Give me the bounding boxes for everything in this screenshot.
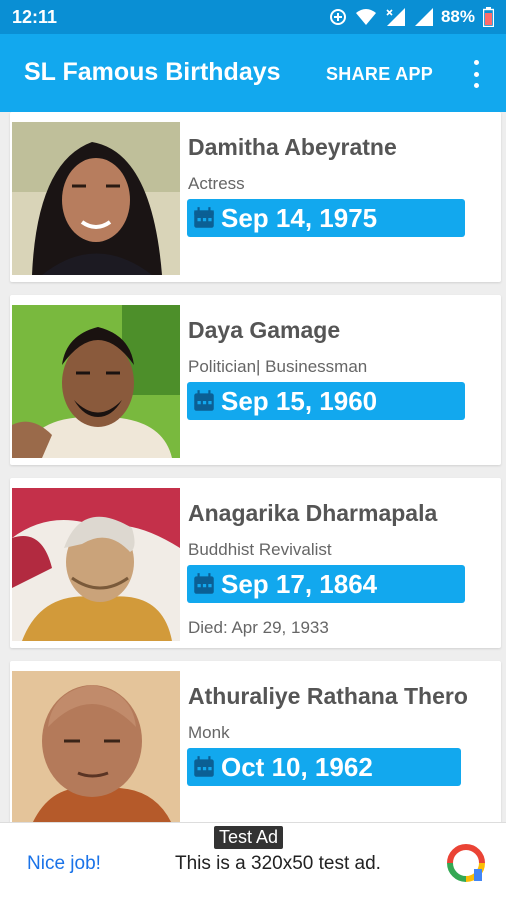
birthday-pill: Sep 15, 1960 — [187, 382, 465, 420]
person-photo — [12, 671, 180, 822]
person-photo — [12, 305, 180, 458]
ad-banner[interactable]: Test Ad Nice job! This is a 320x50 test … — [0, 822, 506, 900]
battery-icon — [483, 7, 494, 27]
signal-x-icon — [386, 8, 405, 26]
birthday-date: Sep 15, 1960 — [221, 385, 378, 416]
person-photo — [12, 488, 180, 641]
ad-cta-link[interactable]: Nice job! — [27, 853, 101, 875]
status-time: 12:11 — [12, 6, 58, 27]
person-occupation: Politician| Businessman — [188, 357, 368, 376]
birthday-date: Oct 10, 1962 — [221, 751, 373, 782]
person-name: Daya Gamage — [188, 317, 341, 343]
data-saver-icon — [329, 9, 346, 25]
birthday-pill: Sep 17, 1864 — [187, 565, 465, 603]
person-occupation: Actress — [188, 174, 245, 193]
calendar-icon — [194, 573, 214, 594]
app-title: SL Famous Birthdays — [24, 58, 281, 86]
battery-percent: 88% — [440, 7, 475, 26]
person-card[interactable]: Damitha Abeyratne Actress Sep 14, 1975 — [10, 112, 501, 282]
calendar-icon — [194, 390, 214, 411]
person-photo — [12, 122, 180, 275]
birthday-pill: Sep 14, 1975 — [187, 199, 465, 237]
death-date: Died: Apr 29, 1933 — [188, 618, 329, 637]
person-name: Damitha Abeyratne — [188, 134, 397, 160]
person-card[interactable]: Daya Gamage Politician| Businessman Sep … — [10, 295, 501, 465]
birthday-list[interactable]: Damitha Abeyratne Actress Sep 14, 1975 D… — [0, 112, 506, 822]
birthday-date: Sep 17, 1864 — [221, 568, 378, 599]
birthday-pill: Oct 10, 1962 — [187, 748, 461, 786]
app-bar: SL Famous Birthdays SHARE APP — [0, 34, 506, 112]
signal-icon — [414, 8, 433, 26]
ad-text[interactable]: This is a 320x50 test ad. — [175, 853, 381, 875]
person-card[interactable]: Athuraliye Rathana Thero Monk Oct 10, 19… — [10, 661, 501, 822]
person-card[interactable]: Anagarika Dharmapala Buddhist Revivalist… — [10, 478, 501, 648]
status-icons: 88% — [329, 7, 494, 27]
test-ad-badge: Test Ad — [214, 826, 284, 849]
more-vert-icon[interactable] — [466, 60, 486, 88]
person-name: Athuraliye Rathana Thero — [188, 683, 468, 709]
wifi-icon — [355, 9, 376, 25]
calendar-icon — [194, 207, 214, 228]
calendar-icon — [194, 756, 214, 777]
person-name: Anagarika Dharmapala — [188, 500, 438, 526]
birthday-date: Sep 14, 1975 — [221, 202, 378, 233]
person-occupation: Buddhist Revivalist — [188, 540, 332, 559]
status-bar: 12:11 88% — [0, 0, 506, 34]
share-app-button[interactable]: SHARE APP — [326, 64, 433, 85]
person-occupation: Monk — [188, 723, 230, 742]
ad-logo-icon[interactable] — [446, 843, 486, 883]
